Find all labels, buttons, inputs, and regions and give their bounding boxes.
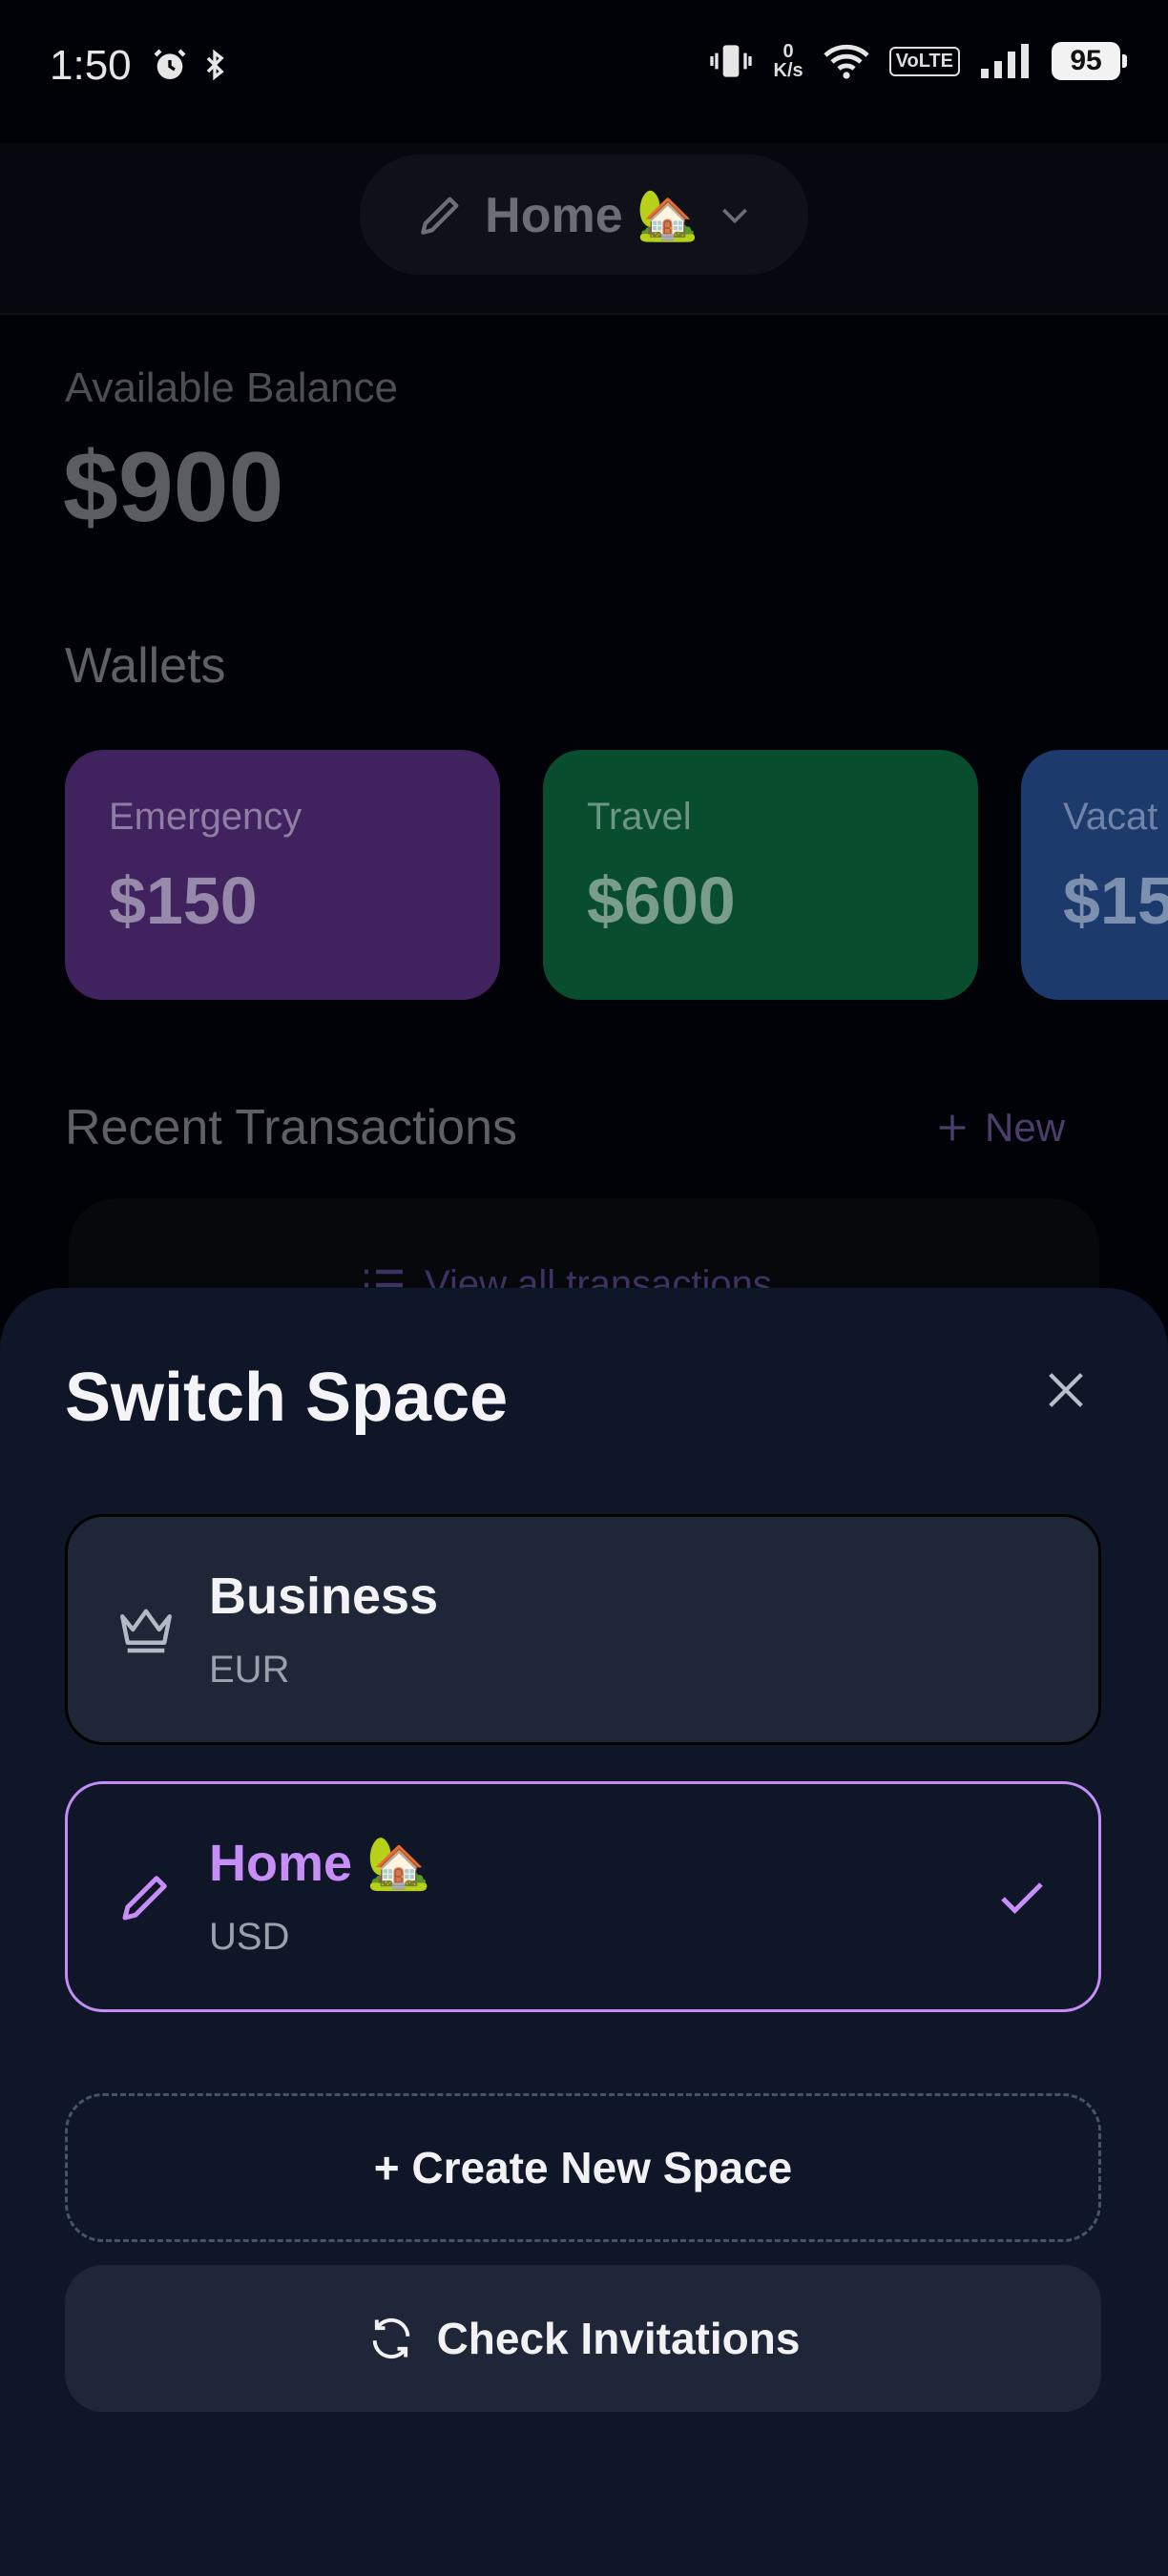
wallet-name: Travel bbox=[587, 796, 692, 838]
create-new-space-button[interactable]: + Create New Space bbox=[65, 2093, 1101, 2242]
wifi-icon bbox=[823, 44, 869, 79]
space-switcher-button[interactable]: Home 🏡 bbox=[360, 155, 808, 275]
network-speed: 0 K/s bbox=[773, 41, 803, 81]
status-right-icons: 0 K/s VoLTE 95 bbox=[707, 41, 1127, 81]
status-bar: 1:50 0 K/s VoLTE 95 bbox=[0, 0, 1168, 143]
recent-transactions-title: Recent Transactions bbox=[65, 1100, 518, 1155]
battery-indicator: 95 bbox=[1052, 42, 1127, 80]
vibrate-icon bbox=[709, 45, 752, 77]
check-icon bbox=[1001, 1882, 1043, 1915]
alarm-icon bbox=[154, 49, 186, 79]
close-icon bbox=[1049, 1373, 1083, 1407]
pencil-icon bbox=[421, 197, 459, 235]
wallets-title: Wallets bbox=[65, 638, 226, 694]
check-invitations-label: Check Invitations bbox=[436, 2314, 801, 2363]
status-time: 1:50 bbox=[50, 42, 132, 89]
wallet-name: Emergency bbox=[109, 796, 302, 838]
crown-icon bbox=[120, 1609, 172, 1653]
pencil-icon bbox=[122, 1876, 167, 1921]
wallet-card-travel[interactable]: Travel $600 bbox=[543, 750, 978, 1000]
space-name: Home 🏡 bbox=[209, 1835, 431, 1892]
space-option-business[interactable]: Business EUR bbox=[65, 1514, 1101, 1745]
space-currency: USD bbox=[209, 1916, 290, 1958]
new-transaction-button[interactable]: New bbox=[933, 1105, 1065, 1151]
status-left-icons bbox=[151, 46, 231, 84]
balance-value: $900 bbox=[63, 432, 284, 543]
app-header: Home 🏡 bbox=[0, 143, 1168, 315]
signal-icon bbox=[981, 44, 1029, 78]
new-transaction-label: New bbox=[985, 1105, 1066, 1150]
wallet-amount: $15 bbox=[1063, 863, 1168, 938]
space-currency: EUR bbox=[209, 1649, 290, 1691]
wallet-amount: $600 bbox=[587, 863, 736, 938]
volte-badge: VoLTE bbox=[888, 46, 960, 76]
plus-icon bbox=[939, 1114, 966, 1141]
bluetooth-icon bbox=[206, 49, 224, 81]
space-option-home[interactable]: Home 🏡 USD bbox=[65, 1781, 1101, 2012]
sheet-title: Switch Space bbox=[65, 1360, 509, 1436]
check-invitations-button[interactable]: Check Invitations bbox=[65, 2265, 1101, 2412]
close-button[interactable] bbox=[1036, 1361, 1095, 1420]
chevron-down-icon bbox=[721, 208, 747, 224]
wallet-name: Vacat bbox=[1063, 796, 1158, 838]
wallet-card-vacation[interactable]: Vacat $15 bbox=[1021, 750, 1168, 1000]
space-name: Business bbox=[209, 1568, 439, 1625]
wallet-card-emergency[interactable]: Emergency $150 bbox=[65, 750, 500, 1000]
balance-label: Available Balance bbox=[65, 364, 398, 411]
wallet-amount: $150 bbox=[109, 863, 258, 938]
refresh-icon bbox=[372, 2317, 409, 2359]
current-space-label: Home 🏡 bbox=[485, 187, 699, 243]
